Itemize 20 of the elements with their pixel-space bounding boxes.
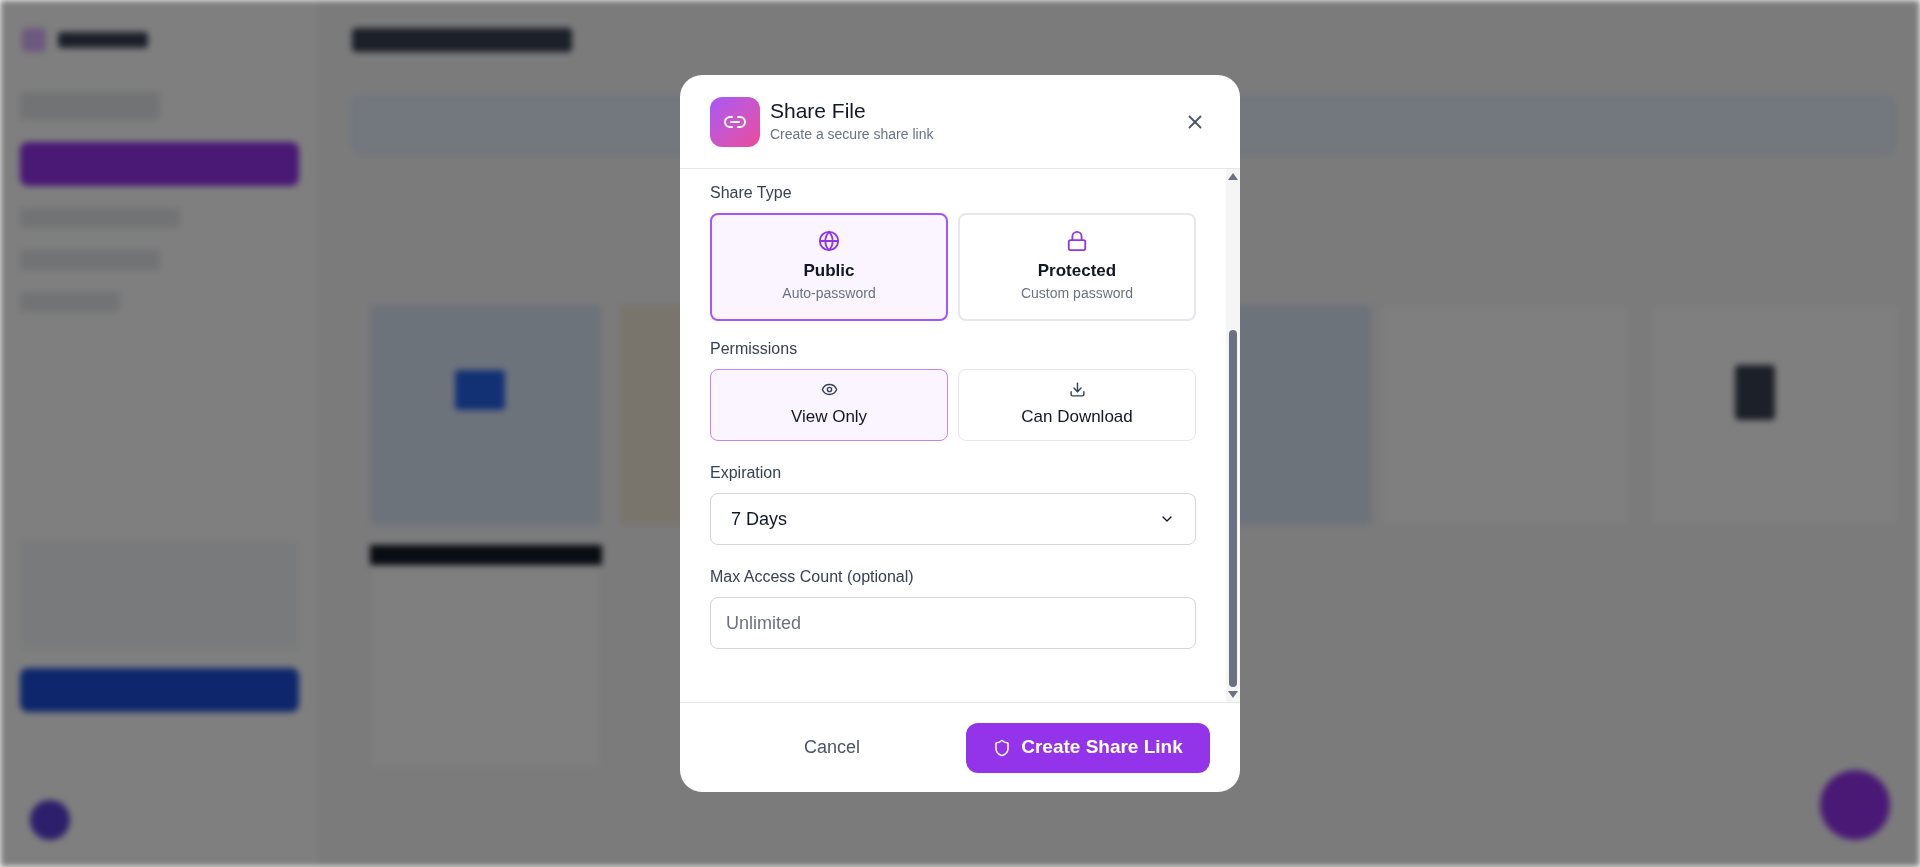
globe-icon — [818, 229, 840, 252]
section-label: Expiration — [710, 463, 783, 483]
permission-option[interactable]: Can Download — [958, 369, 1196, 441]
dialog-title: Share File — [770, 97, 867, 124]
section-label: Max Access Count (optional) — [710, 567, 915, 587]
cancel-button[interactable]: Cancel — [710, 722, 954, 773]
link-icon — [710, 96, 760, 147]
expiration-select[interactable]: 7 Days — [710, 493, 1196, 545]
shield-icon — [993, 738, 1012, 757]
share-type-option[interactable]: Protected Custom password — [958, 213, 1196, 321]
dialog-subtitle: Create a secure share link — [770, 125, 934, 145]
max-access-field[interactable]: Unlimited — [710, 597, 1196, 649]
section-label: Share Type — [710, 183, 793, 203]
lock-icon — [1066, 229, 1088, 252]
share-type-option[interactable]: Public Auto-password — [710, 213, 948, 321]
scrollbar[interactable] — [1226, 169, 1240, 702]
download-icon — [1068, 380, 1086, 398]
section-label: Permissions — [710, 339, 799, 359]
permission-option[interactable]: View Only — [710, 369, 948, 441]
create-share-link-button[interactable]: Create Share Link — [966, 722, 1210, 773]
